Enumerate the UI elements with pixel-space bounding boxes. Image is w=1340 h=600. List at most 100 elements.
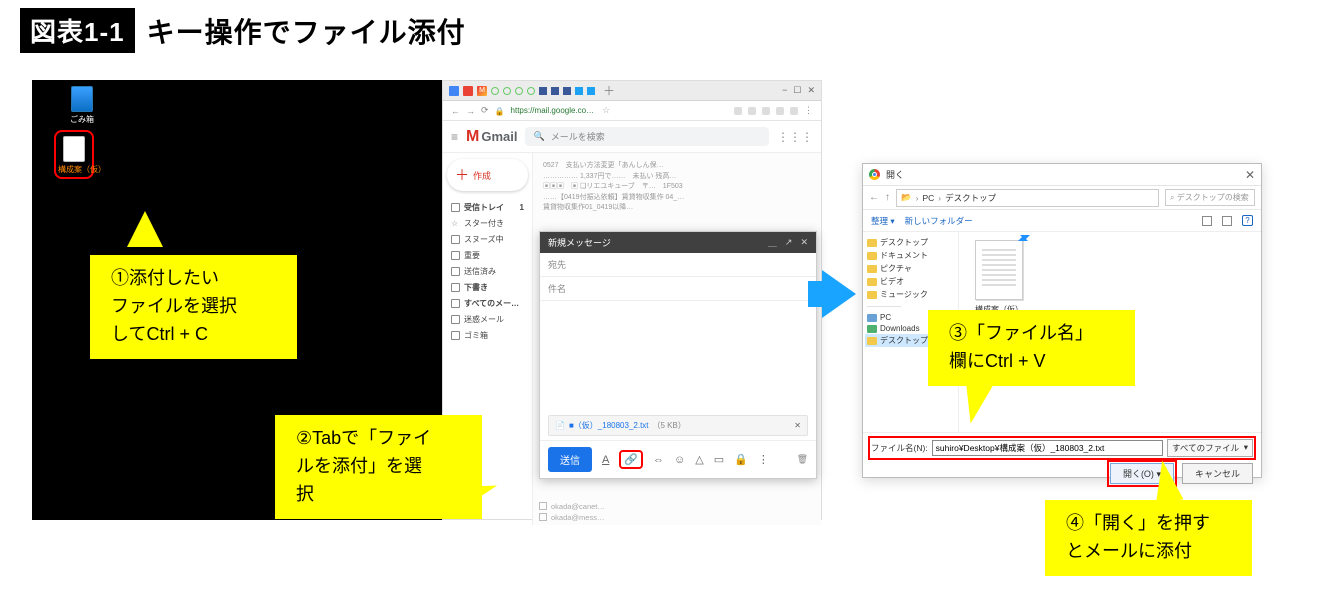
dialog-close-button[interactable]: ✕ bbox=[1245, 168, 1255, 182]
nav-forward-icon[interactable]: → bbox=[466, 106, 475, 116]
new-folder-button[interactable]: 新しいフォルダー bbox=[905, 215, 973, 227]
compose-close-icon[interactable]: ✕ bbox=[800, 237, 808, 248]
callout-step-3: ③「ファイル名」 欄にCtrl + V bbox=[935, 310, 1135, 386]
dialog-nav-bar: ← ↑ 📂 › PC › デスクトップ ⌕ デスクトップの検索 bbox=[863, 186, 1261, 210]
tree-item[interactable]: デスクトップ bbox=[865, 236, 956, 249]
tab-facebook-icon[interactable] bbox=[551, 87, 559, 95]
format-icon[interactable]: A bbox=[602, 454, 609, 466]
dialog-path-field[interactable]: 📂 › PC › デスクトップ bbox=[896, 189, 1159, 207]
dialog-search-placeholder: デスクトップの検索 bbox=[1177, 193, 1249, 202]
gmail-compose-button[interactable]: ＋ 作成 bbox=[447, 159, 528, 191]
more-icon[interactable]: ⋮ bbox=[758, 453, 769, 466]
sidebar-item-important[interactable]: 重要 bbox=[447, 247, 528, 263]
send-button[interactable]: 送信 bbox=[548, 447, 592, 472]
hamburger-icon[interactable]: ≡ bbox=[451, 130, 458, 144]
dialog-toolbar: 整理 ▾ 新しいフォルダー ? bbox=[863, 210, 1261, 232]
sidebar-item-allmail[interactable]: すべてのメー… bbox=[447, 295, 528, 311]
tab-icon[interactable] bbox=[463, 86, 473, 96]
compose-min-icon[interactable]: ＿ bbox=[768, 236, 777, 249]
extension-icon[interactable] bbox=[748, 107, 756, 115]
spam-icon bbox=[451, 315, 460, 324]
extension-icon[interactable] bbox=[762, 107, 770, 115]
drive-icon[interactable]: △ bbox=[695, 453, 703, 466]
gmail-header: ≡ M Gmail 🔍 メールを検索 ⋮⋮⋮ bbox=[443, 121, 821, 153]
dialog-search-input[interactable]: ⌕ デスクトップの検索 bbox=[1165, 189, 1255, 206]
view-mode-icon[interactable] bbox=[1202, 216, 1212, 226]
cancel-button[interactable]: キャンセル bbox=[1182, 463, 1253, 484]
view-mode-icon[interactable] bbox=[1222, 216, 1232, 226]
gmail-search-input[interactable]: 🔍 メールを検索 bbox=[525, 127, 769, 146]
dialog-title: 開く bbox=[886, 168, 904, 181]
tab-facebook-icon[interactable] bbox=[563, 87, 571, 95]
attach-file-button[interactable]: 🔗 bbox=[619, 450, 643, 469]
window-close-button[interactable]: ✕ bbox=[807, 85, 815, 96]
sidebar-item-sent[interactable]: 送信済み bbox=[447, 263, 528, 279]
extension-icon[interactable] bbox=[790, 107, 798, 115]
figure-heading: キー操作でファイル添付 bbox=[147, 11, 466, 51]
extension-icon[interactable] bbox=[734, 107, 742, 115]
tree-item[interactable]: ミュージック bbox=[865, 288, 956, 301]
window-max-button[interactable]: ☐ bbox=[793, 85, 801, 96]
attachment-remove-icon[interactable]: ✕ bbox=[794, 421, 801, 430]
bookmark-star-icon[interactable]: ☆ bbox=[602, 105, 610, 116]
sidebar-item-trash[interactable]: ゴミ箱 bbox=[447, 327, 528, 343]
compose-attachment-chip[interactable]: 📄 ■（仮）_180803_2.txt （5 KB） ✕ bbox=[548, 415, 808, 436]
nav-reload-icon[interactable]: ⟳ bbox=[481, 105, 489, 116]
tab-facebook-icon[interactable] bbox=[539, 87, 547, 95]
tab-twitter-icon[interactable] bbox=[575, 87, 583, 95]
sidebar-item-starred[interactable]: ☆スター付き bbox=[447, 215, 528, 231]
nav-back-icon[interactable]: ← bbox=[869, 192, 879, 203]
path-segment[interactable]: デスクトップ bbox=[945, 192, 996, 204]
tab-twitter-icon[interactable] bbox=[587, 87, 595, 95]
new-tab-button[interactable]: ＋ bbox=[603, 82, 615, 99]
filter-combo[interactable]: すべてのファイル ▾ bbox=[1167, 439, 1253, 457]
discard-icon[interactable]: 🗑 bbox=[797, 454, 808, 465]
checkbox[interactable] bbox=[539, 513, 547, 521]
tree-item[interactable]: ドキュメント bbox=[865, 249, 956, 262]
list-item[interactable]: okada@mess… bbox=[551, 513, 604, 522]
organize-menu[interactable]: 整理 ▾ bbox=[871, 215, 895, 227]
sidebar-item-drafts[interactable]: 下書き bbox=[447, 279, 528, 295]
apps-icon[interactable]: ⋮⋮⋮ bbox=[777, 130, 813, 144]
compose-popout-icon[interactable]: ↗ bbox=[785, 237, 793, 248]
tab-check-icon[interactable] bbox=[527, 87, 535, 95]
confidential-icon[interactable]: 🔒 bbox=[734, 453, 748, 466]
address-url[interactable]: https://mail.google.co… bbox=[511, 106, 595, 115]
tree-label: ビデオ bbox=[880, 276, 904, 287]
tab-check-icon[interactable] bbox=[491, 87, 499, 95]
link-icon[interactable]: ⇔ bbox=[653, 454, 664, 466]
chrome-icon bbox=[869, 169, 880, 180]
nav-up-icon[interactable]: ↑ bbox=[885, 192, 890, 203]
compose-to-field[interactable]: 宛先 bbox=[540, 253, 816, 277]
gmail-window: M ＋ − ☐ ✕ ← → ⟳ https://mail.google.co… … bbox=[442, 80, 822, 520]
sidebar-item-spam[interactable]: 迷惑メール bbox=[447, 311, 528, 327]
dialog-titlebar[interactable]: 開く ✕ bbox=[863, 164, 1261, 186]
file-thumbnail[interactable]: 構成案（仮） bbox=[969, 240, 1029, 315]
filename-input[interactable] bbox=[932, 440, 1163, 456]
tab-gmail-icon[interactable]: M bbox=[477, 86, 487, 96]
tree-item[interactable]: ビデオ bbox=[865, 275, 956, 288]
image-icon[interactable]: ▭ bbox=[714, 453, 724, 466]
tab-check-icon[interactable] bbox=[503, 87, 511, 95]
compose-body-field[interactable] bbox=[540, 301, 816, 411]
extension-icon[interactable] bbox=[776, 107, 784, 115]
compose-header[interactable]: 新規メッセージ ＿ ↗ ✕ bbox=[540, 232, 816, 253]
list-item[interactable]: okada@canet… bbox=[551, 502, 605, 511]
desktop-file-selected[interactable]: 構成案（仮） bbox=[54, 130, 94, 179]
sidebar-item-snoozed[interactable]: スヌーズ中 bbox=[447, 231, 528, 247]
path-segment[interactable]: PC bbox=[922, 193, 934, 203]
tab-icon[interactable] bbox=[449, 86, 459, 96]
attachment-name: ■（仮）_180803_2.txt bbox=[569, 420, 649, 431]
help-button[interactable]: ? bbox=[1242, 215, 1253, 226]
nav-back-icon[interactable]: ← bbox=[451, 106, 460, 116]
desktop-trash-icon[interactable]: ごみ箱 bbox=[62, 86, 102, 125]
browser-menu-icon[interactable]: ⋮ bbox=[804, 105, 813, 116]
checkbox[interactable] bbox=[539, 502, 547, 510]
compose-subject-field[interactable]: 件名 bbox=[540, 277, 816, 301]
tab-check-icon[interactable] bbox=[515, 87, 523, 95]
window-min-button[interactable]: − bbox=[782, 85, 787, 96]
tree-item[interactable]: ピクチャ bbox=[865, 262, 956, 275]
callout-line: ①添付したい bbox=[111, 265, 283, 293]
emoji-icon[interactable]: ☺ bbox=[674, 454, 685, 466]
sidebar-item-inbox[interactable]: 受信トレイ1 bbox=[447, 199, 528, 215]
